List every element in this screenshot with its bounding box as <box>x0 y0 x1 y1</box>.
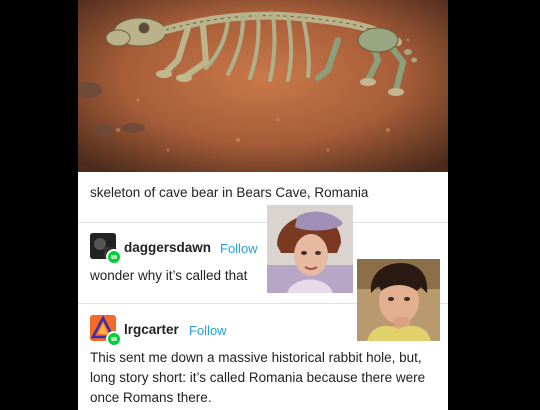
reblog1-text: wonder why it’s called that <box>90 268 248 283</box>
image-caption: skeleton of cave bear in Bears Cave, Rom… <box>90 185 369 200</box>
cave-bear-skeleton-photo <box>78 0 448 172</box>
reblog2-follow-button[interactable]: Follow <box>189 323 227 338</box>
reaction-image-boy-thinking <box>357 259 440 341</box>
reblog-icon <box>106 331 122 347</box>
reblog2-username[interactable]: lrgcarter <box>124 322 179 337</box>
tumblr-post-card: skeleton of cave bear in Bears Cave, Rom… <box>78 0 448 410</box>
reaction-image-woman-hat <box>267 205 353 293</box>
reblog2-text: This sent me down a massive historical r… <box>90 350 426 405</box>
reblog1-username[interactable]: daggersdawn <box>124 240 211 255</box>
reblog-icon <box>106 249 122 265</box>
divider <box>78 222 448 223</box>
reblog1-follow-button[interactable]: Follow <box>220 241 258 256</box>
